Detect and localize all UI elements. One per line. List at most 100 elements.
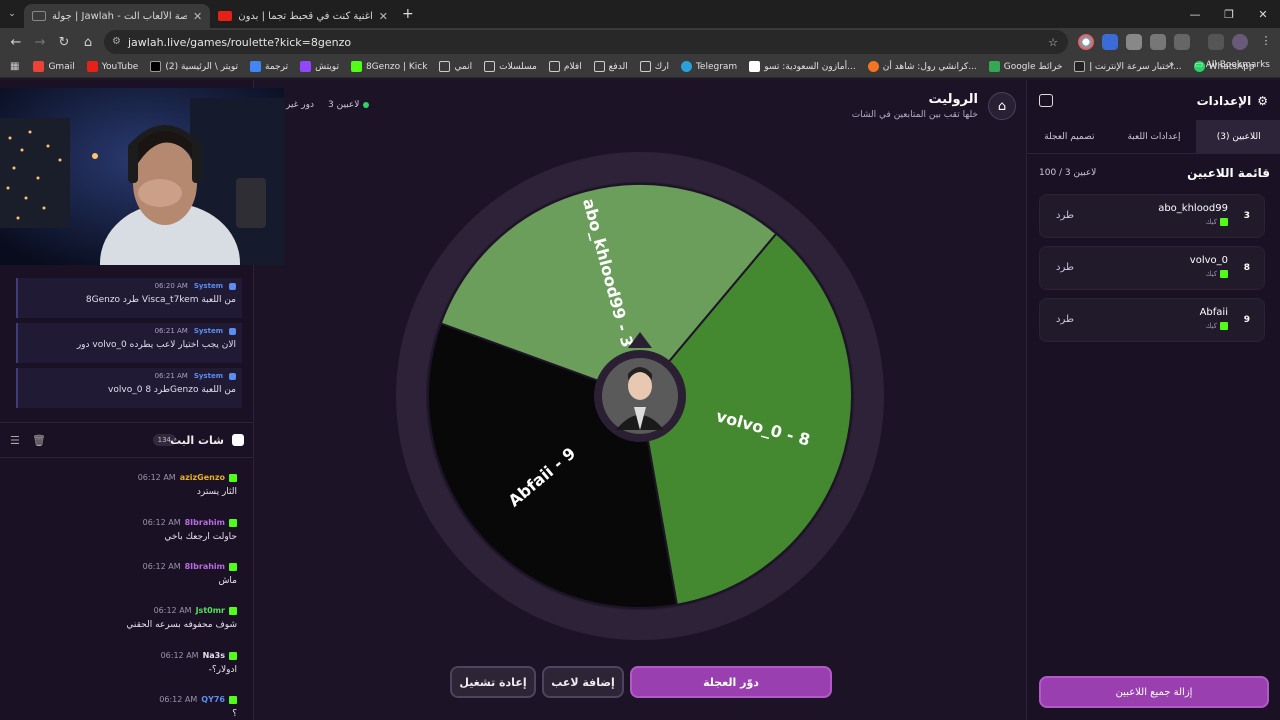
folder-icon	[548, 61, 560, 72]
bookmark-item[interactable]: YouTube	[81, 61, 145, 72]
overflow-chevron-icon[interactable]: »	[1169, 60, 1175, 70]
forward-icon[interactable]: →	[28, 35, 52, 50]
back-icon[interactable]: ←	[4, 35, 28, 50]
bookmark-item[interactable]: Google خرائط	[983, 61, 1069, 72]
chat-message: 06:12 AM Na3s -ادولار؟	[160, 651, 237, 675]
system-badge-icon	[229, 327, 236, 335]
browser-tab[interactable]: اغنية كنت في قحبط تجما | بدون ✕	[210, 4, 396, 28]
collapse-panel-icon[interactable]	[1039, 94, 1053, 107]
system-message: 06:20 AM System 8Genzo طرد Visca_t7kem من…	[16, 278, 242, 318]
players-list-count: 100 / 3 لاعبين	[1039, 168, 1097, 178]
player-row: 3 abo_khlood99 كيك طرد	[1039, 194, 1265, 238]
tab-players[interactable]: اللاعبين (3)	[1196, 120, 1280, 153]
bookmark-folder[interactable]: انمي	[433, 61, 478, 72]
spin-wheel-button[interactable]: دوّر العجلة	[630, 666, 832, 698]
tab-game-settings[interactable]: إعدادات اللعبة	[1112, 120, 1197, 153]
menu-icon[interactable]: ⋮	[1258, 34, 1274, 50]
settings-tabs: اللاعبين (3) إعدادات اللعبة تصميم العجلة	[1027, 120, 1280, 154]
folder-icon	[484, 61, 496, 72]
folder-icon	[593, 61, 605, 72]
bookmark-item[interactable]: كرانشي رول: شاهد أن...	[862, 61, 983, 72]
restore-icon[interactable]: ❐	[1212, 0, 1246, 28]
kick-badge-icon	[229, 562, 237, 571]
profile-avatar-icon[interactable]	[1232, 34, 1248, 50]
chat-title: شات البث	[170, 433, 224, 447]
remove-all-players-button[interactable]: إزالة جميع اللاعبين	[1039, 676, 1269, 708]
bookmark-folder[interactable]: افلام	[543, 61, 588, 72]
bookmark-item[interactable]: Gmail	[27, 61, 80, 72]
roulette-wheel[interactable]: volvo_0 - 8Abfaii - 9abo_khlood99 - 3	[254, 80, 1026, 720]
media-icon[interactable]	[1208, 34, 1224, 50]
kick-badge-icon	[1220, 270, 1228, 278]
chat-message: 06:12 AM 8Ibrahim ماش	[142, 562, 237, 586]
extension-icon[interactable]	[1126, 34, 1142, 50]
x-icon	[150, 61, 162, 72]
jawlah-favicon-icon	[32, 11, 46, 21]
add-player-button[interactable]: إضافة لاعب	[542, 666, 624, 698]
tab-list-button[interactable]: ⌄	[0, 9, 24, 19]
system-badge-icon	[229, 372, 236, 380]
browser-tab-active[interactable]: جولة | Jawlah - منصة الألعاب الت ✕	[24, 4, 211, 28]
player-platform: كيك	[1206, 218, 1228, 226]
kick-badge-icon	[1220, 322, 1228, 330]
extension-icon[interactable]	[1102, 34, 1118, 50]
bookmark-item[interactable]: ترجمة	[244, 61, 294, 72]
kick-badge-icon	[1220, 218, 1228, 226]
minimize-icon[interactable]: —	[1178, 0, 1212, 28]
site-info-icon[interactable]: ⚙	[112, 36, 121, 47]
address-bar-row: ← → ↻ ⌂ ⚙ jawlah.live/games/roulette?kic…	[0, 28, 1280, 56]
folder-icon: ▭	[1194, 60, 1206, 70]
player-name: Abfaii	[1199, 307, 1228, 318]
translate-icon	[250, 61, 262, 72]
reload-icon[interactable]: ↻	[52, 35, 76, 50]
kick-player-button[interactable]: طرد	[1056, 262, 1074, 273]
restart-button[interactable]: إعادة تشغيل	[450, 666, 536, 698]
kick-player-button[interactable]: طرد	[1056, 210, 1074, 221]
player-name: volvo_0	[1189, 255, 1228, 266]
kick-player-button[interactable]: طرد	[1056, 314, 1074, 325]
chat-message: 06:12 AM 8Ibrahim حاولت ارجعك باخي	[142, 518, 237, 542]
close-tab-icon[interactable]: ✕	[193, 10, 202, 23]
bookmark-folder[interactable]: مسلسلات	[478, 61, 543, 72]
bookmark-item[interactable]: أمازون السعودية: تسو...	[743, 61, 862, 72]
bookmark-star-icon[interactable]: ☆	[1048, 36, 1058, 49]
bookmarks-bar: ▦ Gmail YouTube (2) تويتر \ الرئيسية ترج…	[0, 56, 1280, 78]
kick-badge-icon	[229, 651, 237, 660]
player-number: 8	[1243, 263, 1250, 273]
kick-badge-icon	[229, 518, 237, 527]
new-tab-icon[interactable]: +	[396, 6, 414, 22]
chat-settings-icon[interactable]: ☰	[10, 434, 20, 447]
player-name: abo_khlood99	[1158, 203, 1228, 214]
chat-icon	[232, 434, 244, 446]
settings-panel: الإعدادات ⚙ اللاعبين (3) إعدادات اللعبة ت…	[1026, 80, 1280, 720]
game-area: دور غير 3 لاعبين الروليت خلها تقب بين ال…	[254, 80, 1026, 720]
telegram-icon	[680, 61, 692, 72]
player-number: 3	[1243, 211, 1250, 221]
bookmark-item[interactable]: تويتش	[294, 61, 345, 72]
chat-message: 06:12 AM QY76 ؟	[159, 695, 237, 719]
settings-title: الإعدادات ⚙	[1196, 94, 1268, 108]
url-input[interactable]: ⚙ jawlah.live/games/roulette?kick=8genzo…	[104, 30, 1068, 54]
player-platform: كيك	[1206, 322, 1228, 330]
clear-chat-icon[interactable]: 🗑	[32, 434, 46, 447]
speedtest-icon	[1074, 61, 1086, 72]
player-platform: كيك	[1206, 270, 1228, 278]
close-window-icon[interactable]: ✕	[1246, 0, 1280, 28]
app: 06:20 AM System 8Genzo طرد Visca_t7kem من…	[0, 80, 1280, 720]
bookmark-folder[interactable]: ارك	[634, 61, 675, 72]
all-bookmarks[interactable]: » ▭ All Bookmarks	[1169, 60, 1270, 70]
extensions-puzzle-icon[interactable]	[1174, 34, 1190, 50]
extension-icon[interactable]	[1078, 34, 1094, 50]
chat-header: ☰ 🗑 134 شات البث	[0, 422, 254, 458]
bookmark-folder[interactable]: الدفع	[588, 61, 634, 72]
extension-icon[interactable]	[1150, 34, 1166, 50]
bookmark-item[interactable]: (2) تويتر \ الرئيسية	[144, 61, 244, 72]
bookmark-item[interactable]: 8Genzo | Kick	[345, 61, 434, 72]
apps-grid-icon[interactable]: ▦	[10, 61, 19, 72]
home-icon[interactable]: ⌂	[76, 35, 100, 50]
system-message: 06:21 AM System دور volvo_0 الان يجب اختي…	[16, 323, 242, 363]
close-tab-icon[interactable]: ✕	[379, 10, 388, 23]
tab-wheel-design[interactable]: تصميم العجلة	[1027, 120, 1112, 153]
kick-badge-icon	[229, 695, 237, 704]
bookmark-item[interactable]: Telegram	[675, 61, 743, 72]
